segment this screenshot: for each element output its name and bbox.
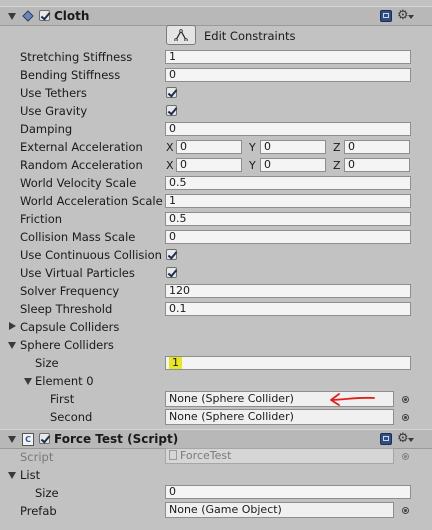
capsule-colliders-foldout-icon[interactable] <box>9 322 16 330</box>
external-acceleration-x-field[interactable]: 0 <box>176 140 242 154</box>
sphere-colliders-label[interactable]: Sphere Colliders <box>20 338 114 352</box>
prefab-field[interactable]: None (Game Object) <box>165 502 394 518</box>
element-0-label[interactable]: Element 0 <box>35 374 94 388</box>
force-test-title: Force Test (Script) <box>54 432 179 446</box>
size-highlight: 1 <box>169 357 182 369</box>
help-book-icon[interactable] <box>380 10 392 22</box>
prefab-label: Prefab <box>20 504 57 518</box>
cloth-enabled-checkbox[interactable] <box>39 10 50 21</box>
use-virtual-particles-checkbox[interactable] <box>166 267 177 278</box>
world-acceleration-scale-label: World Acceleration Scale <box>20 194 163 208</box>
red-arrow-annotation <box>330 393 375 406</box>
sleep-threshold-field[interactable]: 0.1 <box>165 302 411 316</box>
edit-constraints-label: Edit Constraints <box>204 29 296 43</box>
second-label: Second <box>50 410 93 424</box>
use-tethers-label: Use Tethers <box>20 86 87 100</box>
bending-stiffness-field[interactable]: 0 <box>165 68 411 82</box>
sleep-threshold-label: Sleep Threshold <box>20 302 113 316</box>
use-continuous-collision-label: Use Continuous Collision <box>20 248 162 262</box>
sphere-colliders-size-label: Size <box>35 356 59 370</box>
world-acceleration-scale-field[interactable]: 1 <box>165 194 411 208</box>
bending-stiffness-label: Bending Stiffness <box>20 68 121 82</box>
solver-frequency-label: Solver Frequency <box>20 284 120 298</box>
random-acceleration-y-field[interactable]: 0 <box>260 158 326 172</box>
cloth-foldout-arrow-icon[interactable] <box>8 13 16 20</box>
cloth-component-header[interactable]: Cloth ⚙ <box>0 6 432 26</box>
script-file-icon <box>169 450 177 460</box>
prefab-object-picker-icon[interactable] <box>402 507 409 514</box>
force-test-help-book-icon[interactable] <box>380 433 392 445</box>
random-acceleration-label: Random Acceleration <box>20 158 143 172</box>
use-continuous-collision-checkbox[interactable] <box>166 249 177 260</box>
friction-label: Friction <box>20 212 63 226</box>
second-object-picker-icon[interactable] <box>402 414 409 421</box>
use-virtual-particles-label: Use Virtual Particles <box>20 266 135 280</box>
element-0-foldout-icon[interactable] <box>24 378 32 385</box>
random-acceleration-z-field[interactable]: 0 <box>344 158 410 172</box>
script-object-picker-icon <box>402 453 409 460</box>
force-test-enabled-checkbox[interactable] <box>39 433 50 444</box>
external-acceleration-x-label: X <box>166 141 174 154</box>
use-gravity-checkbox[interactable] <box>166 105 177 116</box>
capsule-colliders-label[interactable]: Capsule Colliders <box>20 320 119 334</box>
collision-mass-scale-label: Collision Mass Scale <box>20 230 136 244</box>
damping-label: Damping <box>20 122 73 136</box>
external-acceleration-z-field[interactable]: 0 <box>344 140 410 154</box>
friction-field[interactable]: 0.5 <box>165 212 411 226</box>
world-velocity-scale-field[interactable]: 0.5 <box>165 176 411 190</box>
edit-constraints-icon <box>174 29 188 41</box>
force-test-foldout-arrow-icon[interactable] <box>8 436 16 443</box>
external-acceleration-label: External Acceleration <box>20 140 143 154</box>
first-object-picker-icon[interactable] <box>402 396 409 403</box>
solver-frequency-field[interactable]: 120 <box>165 284 411 298</box>
list-label[interactable]: List <box>20 468 40 482</box>
random-acceleration-y-label: Y <box>249 159 256 172</box>
force-test-component-header[interactable]: C Force Test (Script) ⚙ <box>0 429 432 449</box>
random-acceleration-x-field[interactable]: 0 <box>176 158 242 172</box>
stretching-stiffness-field[interactable]: 1 <box>165 50 411 64</box>
script-field: ForceTest <box>165 448 394 464</box>
gear-icon[interactable]: ⚙ <box>397 9 409 22</box>
edit-constraints-button[interactable] <box>166 25 196 45</box>
random-acceleration-z-label: Z <box>333 159 341 172</box>
chevron-down-icon[interactable] <box>408 15 414 19</box>
second-sphere-collider-field[interactable]: None (Sphere Collider) <box>165 409 394 425</box>
script-component-icon: C <box>22 433 34 446</box>
external-acceleration-y-label: Y <box>249 141 256 154</box>
collision-mass-scale-field[interactable]: 0 <box>165 230 411 244</box>
first-label: First <box>50 392 75 406</box>
random-acceleration-x-label: X <box>166 159 174 172</box>
use-gravity-label: Use Gravity <box>20 104 88 118</box>
force-test-gear-icon[interactable]: ⚙ <box>397 432 409 445</box>
sphere-colliders-foldout-icon[interactable] <box>8 342 16 349</box>
cloth-title: Cloth <box>54 9 90 23</box>
use-tethers-checkbox[interactable] <box>166 87 177 98</box>
list-foldout-icon[interactable] <box>8 472 16 479</box>
script-value: ForceTest <box>180 449 232 462</box>
list-size-field[interactable]: 0 <box>165 485 411 499</box>
force-test-chevron-down-icon[interactable] <box>408 438 414 442</box>
external-acceleration-z-label: Z <box>333 141 341 154</box>
script-label: Script <box>20 450 54 464</box>
external-acceleration-y-field[interactable]: 0 <box>260 140 326 154</box>
cloth-component-icon <box>22 10 34 22</box>
world-velocity-scale-label: World Velocity Scale <box>20 176 137 190</box>
stretching-stiffness-label: Stretching Stiffness <box>20 50 133 64</box>
sphere-colliders-size-field[interactable]: 1 <box>165 356 411 370</box>
list-size-label: Size <box>35 486 59 500</box>
damping-field[interactable]: 0 <box>165 122 411 136</box>
